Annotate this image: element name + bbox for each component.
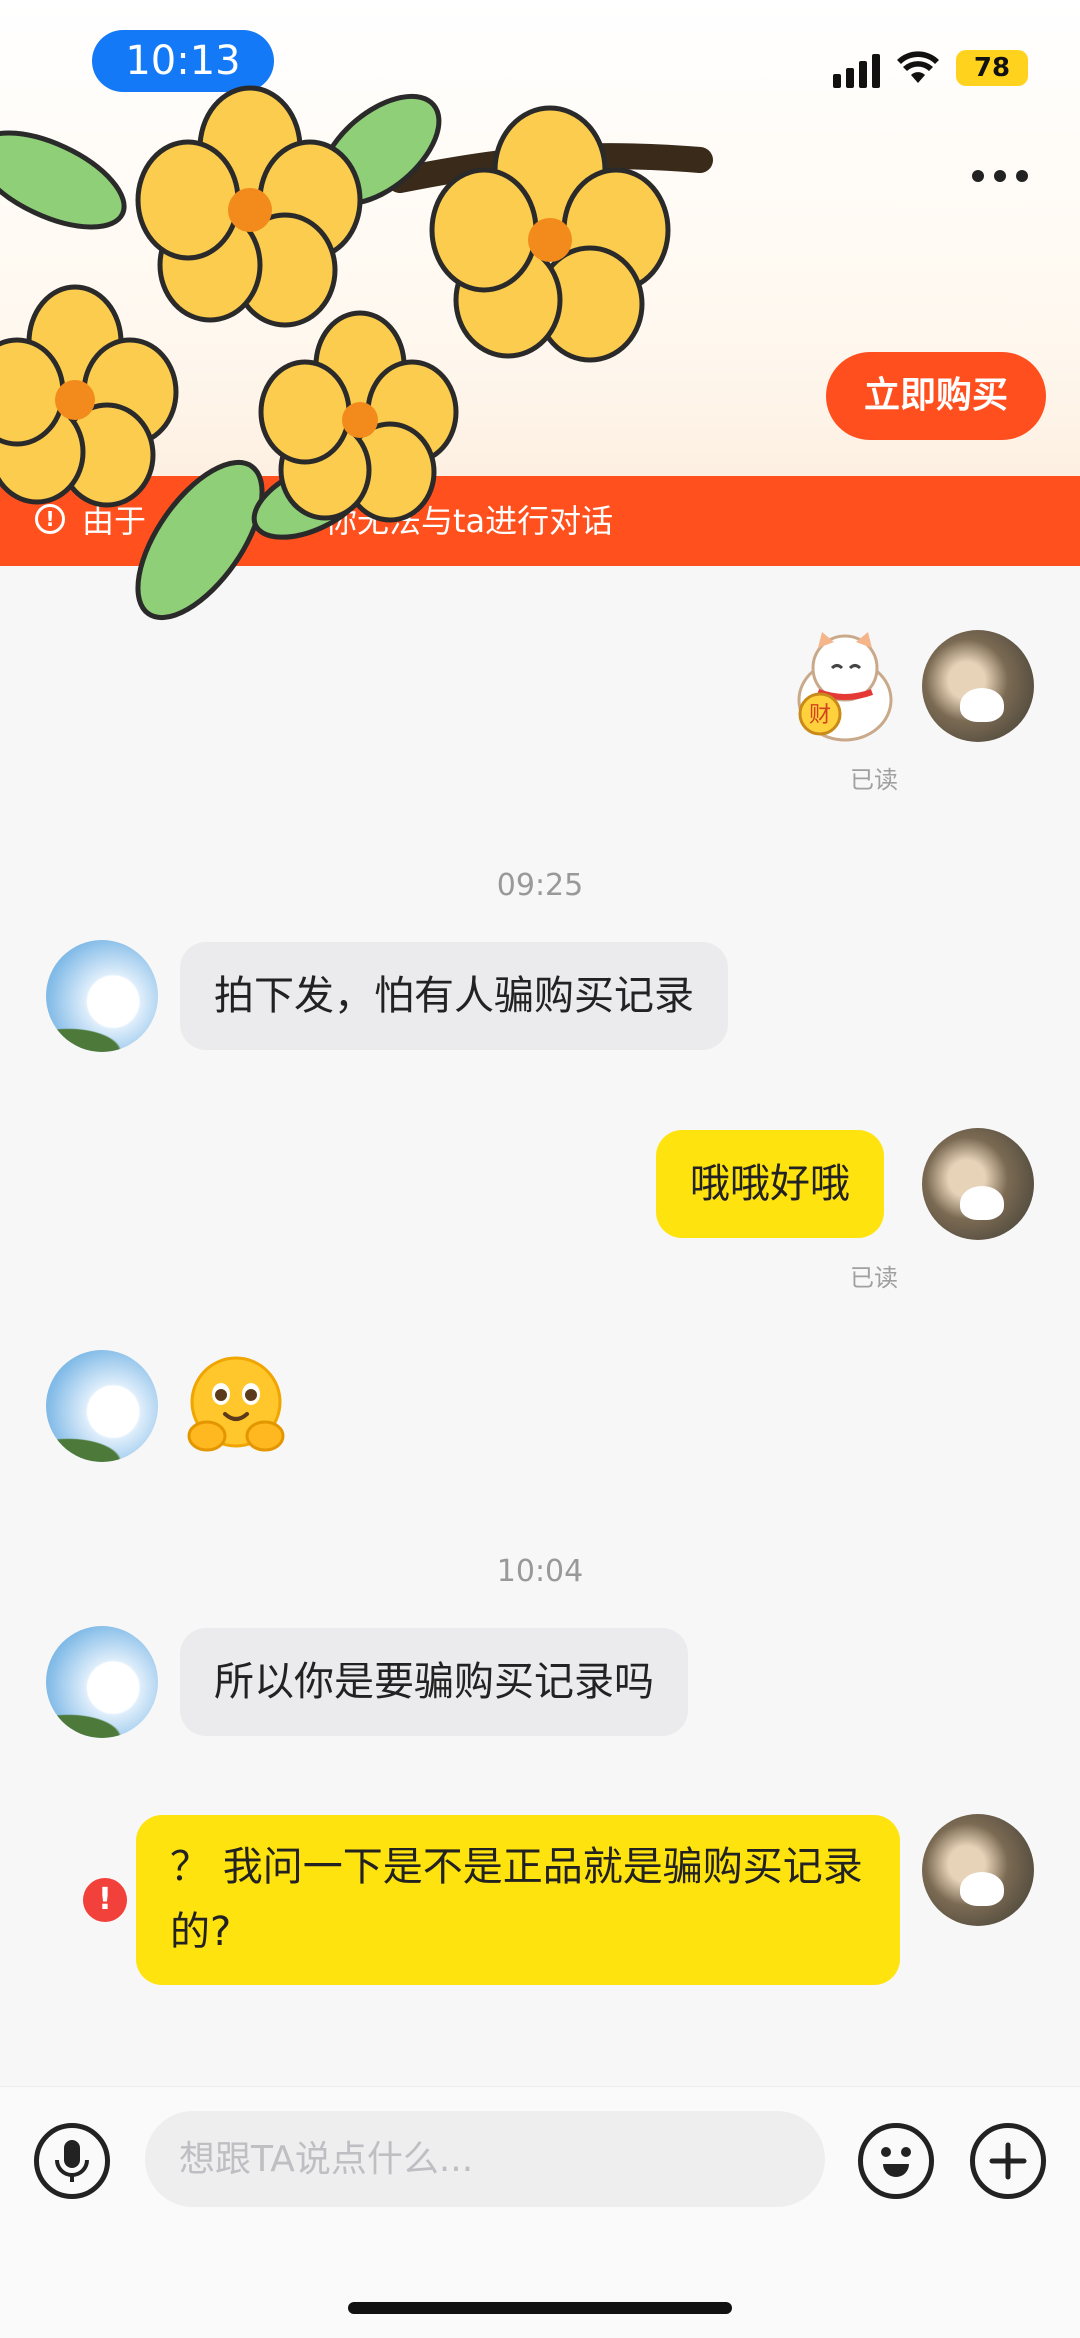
status-time: 10:13 [92, 30, 274, 92]
emoji-icon[interactable] [858, 2123, 934, 2199]
read-status: 已读 [850, 766, 898, 794]
timestamp: 10:04 [496, 1554, 584, 1589]
mic-icon[interactable] [34, 2123, 110, 2199]
more-icon[interactable] [972, 170, 1028, 182]
message-bubble-other[interactable]: 拍下发，怕有人骗购买记录 [180, 942, 728, 1050]
avatar-self[interactable] [922, 1128, 1034, 1240]
plus-icon[interactable] [970, 2123, 1046, 2199]
avatar-other[interactable] [46, 1626, 158, 1738]
avatar-self[interactable] [922, 1814, 1034, 1926]
avatar-other[interactable] [46, 940, 158, 1052]
hug-emoji[interactable] [183, 1352, 289, 1458]
message-bubble-self[interactable]: ？ 我问一下是不是正品就是骗购买记录的? [136, 1815, 900, 1985]
avatar-other[interactable] [46, 1350, 158, 1462]
lucky-cat-sticker[interactable]: 财 [790, 630, 900, 745]
signal-icon [833, 48, 880, 88]
avatar-self[interactable] [922, 630, 1034, 742]
battery-icon: 78 [956, 50, 1028, 86]
timestamp: 09:25 [496, 868, 584, 903]
message-input-bar [0, 2086, 1080, 2338]
buy-now-button[interactable]: 立即购买 [826, 352, 1046, 440]
home-indicator[interactable] [348, 2302, 732, 2314]
message-bubble-other[interactable]: 所以你是要骗购买记录吗 [180, 1628, 688, 1736]
warning-text-suffix: 你无法与ta进行对话 [325, 502, 614, 540]
message-bubble-self[interactable]: 哦哦好哦 [656, 1130, 884, 1238]
sticker-text: 财 [809, 703, 831, 728]
send-failed-icon[interactable]: ! [83, 1878, 127, 1922]
blocked-warning-bar: ! 由于 你无法与ta进行对话 [0, 476, 1080, 566]
read-status: 已读 [850, 1264, 898, 1292]
status-icons: 78 [833, 38, 1028, 98]
message-input[interactable] [145, 2111, 825, 2207]
warning-icon: ! [35, 504, 65, 534]
warning-text-prefix: 由于 [82, 502, 147, 540]
wifi-icon [897, 51, 939, 83]
